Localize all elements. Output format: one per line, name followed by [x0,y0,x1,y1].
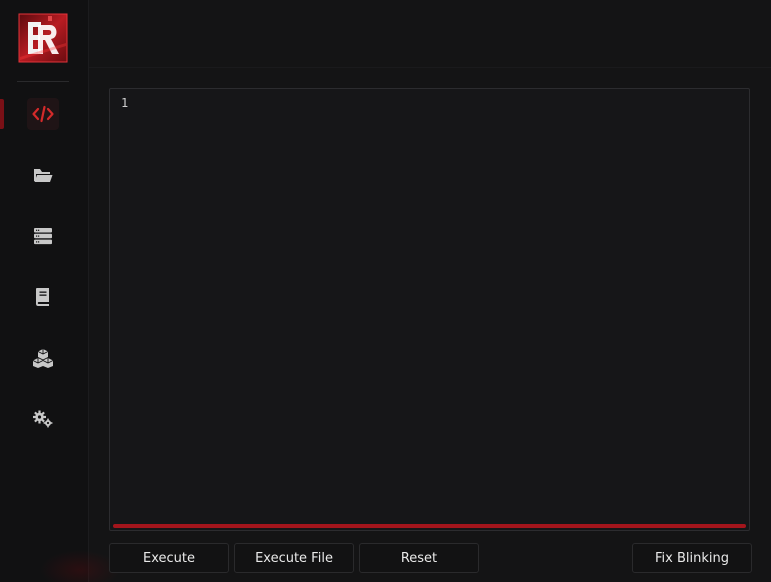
nav-editor-button[interactable] [27,98,59,130]
sidebar [0,0,120,582]
server-list-icon [34,228,52,245]
sidebar-glow [40,550,120,582]
top-bar [89,0,771,68]
book-icon [36,288,49,306]
code-input[interactable] [144,95,744,519]
app-window: 1 Execute Execute File Reset Fix Blinkin… [0,0,771,582]
nav-settings-button[interactable] [27,403,59,435]
app-logo [18,13,68,63]
active-nav-indicator [0,99,4,129]
cubes-icon [32,349,54,368]
execute-file-button[interactable]: Execute File [234,543,354,573]
execute-button[interactable]: Execute [109,543,229,573]
editor-accent-bar [113,524,746,528]
reset-button[interactable]: Reset [359,543,479,573]
nav-files-button[interactable] [27,159,59,191]
nav-packages-button[interactable] [27,342,59,374]
code-editor[interactable]: 1 [109,88,750,531]
gears-icon [33,410,53,428]
nav-servers-button[interactable] [27,220,59,252]
code-icon [32,105,54,123]
fix-blinking-button[interactable]: Fix Blinking [632,543,752,573]
line-number: 1 [121,96,129,110]
logo-divider [17,81,69,82]
folder-open-icon [34,169,53,182]
nav-library-button[interactable] [27,281,59,313]
